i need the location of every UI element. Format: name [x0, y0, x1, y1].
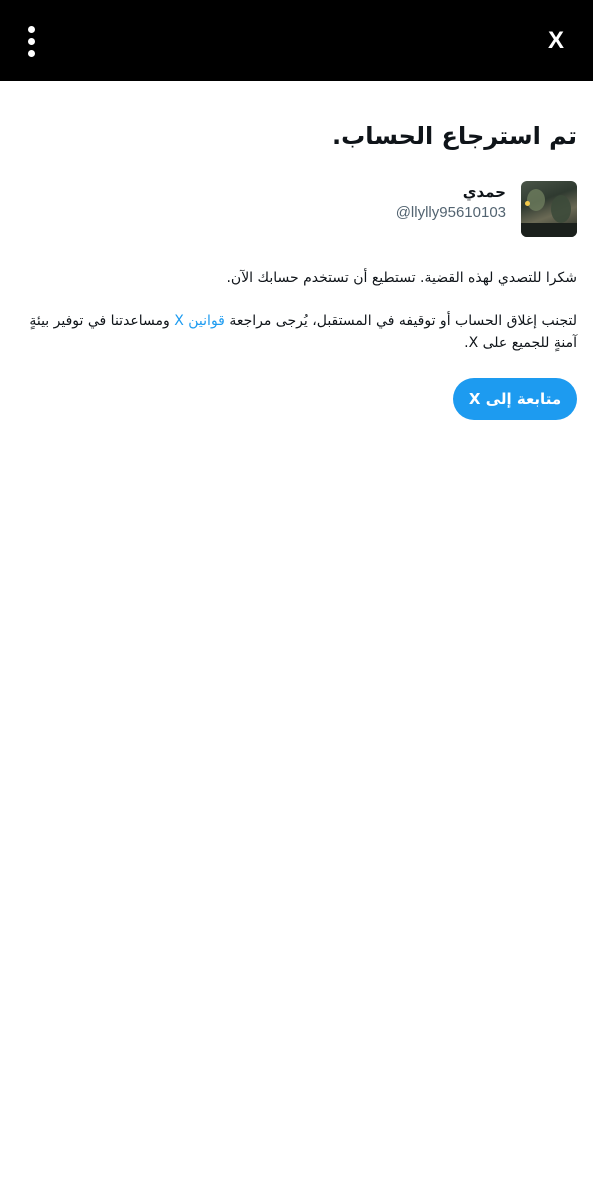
rules-message: لتجنب إغلاق الحساب أو توقيفه في المستقبل…	[16, 310, 577, 354]
top-bar: X	[0, 0, 593, 81]
account-restored-panel: تم استرجاع الحساب. حمدي @llylly95610103 …	[16, 81, 577, 420]
avatar	[521, 181, 577, 237]
close-button[interactable]: X	[541, 24, 571, 58]
x-rules-link[interactable]: قوانين X	[174, 313, 225, 329]
more-options-icon[interactable]	[22, 24, 42, 58]
user-handle: @llylly95610103	[395, 204, 506, 221]
page-title: تم استرجاع الحساب.	[331, 122, 577, 150]
display-name: حمدي	[462, 183, 506, 201]
profile-card: حمدي @llylly95610103	[16, 181, 577, 241]
profile-names: حمدي @llylly95610103	[396, 181, 506, 223]
rules-message-start: لتجنب إغلاق الحساب أو توقيفه في المستقبل…	[224, 313, 577, 329]
continue-to-x-button[interactable]: متابعة إلى X	[453, 378, 577, 420]
thanks-message: شكرا للتصدي لهذه القضية. تستطيع أن تستخد…	[226, 270, 577, 286]
